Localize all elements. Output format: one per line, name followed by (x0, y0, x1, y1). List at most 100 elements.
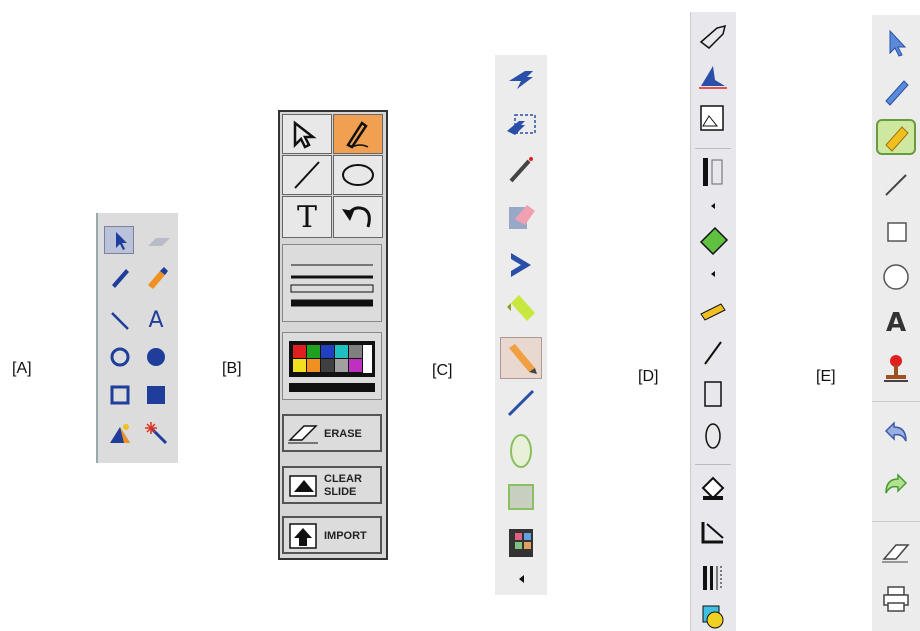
line-tool[interactable] (106, 307, 134, 335)
triangle-left-icon (711, 271, 715, 277)
pen-icon (346, 121, 369, 149)
toolbar-d (690, 12, 736, 631)
import-button[interactable]: IMPORT (282, 516, 382, 554)
stamp-tool[interactable] (878, 351, 914, 387)
ellipse-icon (883, 264, 909, 290)
stamp-tool[interactable] (106, 419, 134, 447)
label-e: [E] (816, 368, 836, 385)
undo-icon (884, 421, 907, 442)
separator (695, 464, 731, 465)
image-tool[interactable] (695, 102, 731, 134)
redo-icon (885, 473, 908, 494)
rectangle-tool[interactable] (106, 381, 134, 409)
expand-arrow-2[interactable] (703, 266, 723, 282)
select-tool[interactable] (104, 226, 134, 254)
label-d: [D] (638, 368, 659, 385)
line-style-tool[interactable] (695, 514, 731, 550)
ellipse-tool[interactable] (333, 155, 383, 195)
line-width-tool[interactable] (695, 560, 731, 596)
rectangle-tool[interactable] (695, 376, 731, 412)
pencil-icon (885, 126, 909, 152)
print-tool[interactable] (878, 581, 914, 617)
pointer-icon (699, 24, 727, 49)
fill-tool[interactable] (695, 470, 731, 506)
redo-tool[interactable] (878, 467, 914, 503)
eraser-tool[interactable] (142, 228, 172, 254)
line-icon (111, 312, 129, 330)
text-glyph: A (148, 308, 164, 333)
pen-tool[interactable] (878, 73, 914, 109)
pointer-tool[interactable] (503, 63, 539, 99)
line-tool[interactable] (878, 167, 914, 203)
line-icon (885, 174, 907, 196)
wand-tool[interactable] (142, 419, 170, 447)
toolbar-a: A (96, 213, 178, 463)
pen-icon (112, 269, 129, 288)
highlighter-icon (700, 303, 726, 321)
clear-slide-button[interactable]: CLEAR SLIDE (282, 466, 382, 504)
filled-rectangle-tool[interactable] (142, 381, 170, 409)
select-tool[interactable] (695, 60, 731, 92)
clear-slide-icon (289, 475, 317, 497)
ellipse-tool[interactable] (695, 418, 731, 454)
pencil-tool-selected[interactable] (876, 119, 916, 155)
label-a: [A] (12, 360, 32, 377)
expand-arrow[interactable] (511, 569, 531, 589)
highlighter-tool[interactable] (142, 263, 170, 291)
pen-tool[interactable] (106, 263, 134, 291)
pointer-tool[interactable] (282, 114, 332, 154)
undo-tool[interactable] (333, 196, 383, 238)
text-tool[interactable]: A (142, 307, 170, 335)
paint-bucket-icon (701, 476, 725, 500)
line-style-icon (701, 522, 724, 544)
erase-label: ERASE (324, 428, 362, 440)
pen-icon (509, 157, 533, 183)
line-width-selector[interactable] (282, 244, 382, 322)
ellipse-tool[interactable] (878, 257, 914, 297)
ellipse-tool[interactable] (106, 343, 134, 371)
clear-label-1: CLEAR (324, 473, 362, 485)
undo-icon (342, 206, 371, 228)
expand-arrow-1[interactable] (703, 198, 723, 214)
eraser-icon (882, 544, 910, 563)
text-tool[interactable] (695, 154, 731, 190)
text-icon (511, 253, 531, 277)
color-palette[interactable] (282, 332, 382, 400)
rectangle-tool[interactable] (878, 213, 914, 249)
line-tool[interactable] (503, 385, 539, 421)
color-tool[interactable] (695, 602, 731, 630)
erase-button[interactable]: ERASE (282, 414, 382, 452)
rectangle-icon (887, 222, 907, 242)
pen-tool-selected[interactable] (333, 114, 383, 154)
clear-label-2: SLIDE (324, 486, 357, 498)
text-glyph: A (885, 308, 907, 338)
text-tool[interactable] (503, 247, 539, 283)
line-tool[interactable] (282, 155, 332, 195)
text-tool[interactable]: A (878, 305, 914, 341)
arrow-icon (116, 232, 127, 250)
line-icon (507, 389, 535, 417)
pointer-icon (509, 71, 533, 89)
color-palette-tool[interactable] (503, 525, 539, 561)
line-tool[interactable] (695, 334, 731, 370)
pencil-tool-selected[interactable] (500, 337, 542, 379)
rectangle-icon (704, 381, 722, 407)
filled-ellipse-tool[interactable] (142, 343, 170, 371)
eraser-tool[interactable] (503, 199, 539, 235)
ellipse-tool[interactable] (503, 431, 539, 471)
pen-tool[interactable] (503, 151, 539, 187)
select-area-tool[interactable] (503, 107, 539, 143)
line-width-icon (703, 566, 722, 590)
highlighter-tool[interactable] (695, 292, 731, 328)
eraser-tool[interactable] (695, 222, 731, 258)
undo-tool[interactable] (878, 415, 914, 451)
pointer-tool[interactable] (695, 20, 731, 52)
toolbar-e: A (872, 15, 920, 631)
highlighter-tool[interactable] (503, 291, 539, 327)
separator (695, 148, 731, 149)
pointer-tool[interactable] (878, 25, 914, 61)
import-icon (289, 523, 317, 549)
text-tool[interactable]: T (282, 196, 332, 238)
eraser-tool[interactable] (878, 535, 914, 571)
rectangle-tool[interactable] (503, 479, 539, 515)
